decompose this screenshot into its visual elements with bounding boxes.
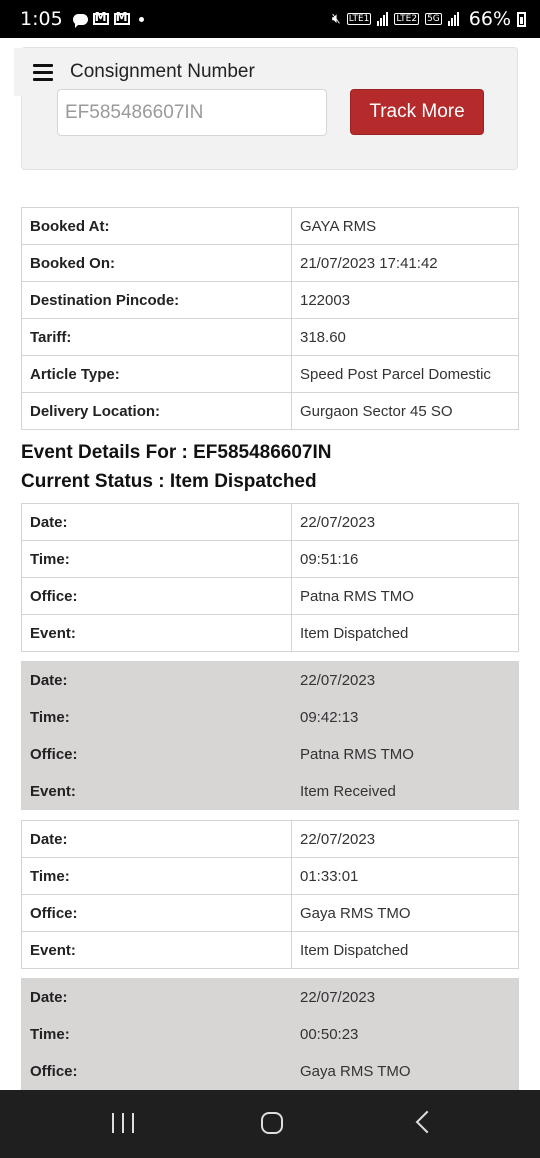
table-row: Date: 22/07/2023 bbox=[21, 820, 519, 858]
table-row: Office: Gaya RMS TMO bbox=[21, 894, 519, 932]
table-row: Office: Patna RMS TMO bbox=[21, 577, 519, 615]
consignment-number-input[interactable] bbox=[57, 89, 327, 136]
event-office-value: Patna RMS TMO bbox=[291, 577, 519, 615]
signal-1-icon bbox=[377, 12, 389, 26]
event-office-value: Gaya RMS TMO bbox=[291, 1052, 519, 1090]
notification-icons bbox=[72, 10, 144, 28]
table-row: Event: Item Dispatched bbox=[21, 931, 519, 969]
event-event-label: Event: bbox=[21, 614, 292, 652]
status-bar: 1:05 🔇︎ LTE1 LTE2 5G 66% bbox=[0, 0, 540, 38]
delivery-location-label: Delivery Location: bbox=[21, 392, 292, 430]
event-table: Date: 22/07/2023 Time: 09:51:16 Office: Pat… bbox=[21, 503, 519, 652]
event-office-value: Patna RMS TMO bbox=[291, 735, 519, 773]
table-row: Delivery Location: Gurgaon Sector 45 SO bbox=[21, 392, 519, 430]
event-date-value: 22/07/2023 bbox=[291, 661, 519, 699]
event-event-value: Item Received bbox=[291, 772, 519, 810]
event-table: Date: 22/07/2023 Time: 01:33:01 Office: Gay… bbox=[21, 820, 519, 969]
page-title: Consignment Number bbox=[70, 61, 255, 82]
event-time-label: Time: bbox=[21, 857, 292, 895]
recent-apps-icon[interactable] bbox=[112, 1113, 134, 1133]
event-time-label: Time: bbox=[21, 698, 292, 736]
event-event-label: Event: bbox=[21, 772, 292, 810]
volte-lte2-badge: LTE2 bbox=[394, 13, 420, 25]
gmail-icon bbox=[92, 10, 109, 25]
event-date-label: Date: bbox=[21, 661, 292, 699]
event-table: Date: 22/07/2023 Time: 09:42:13 Office: Pat… bbox=[21, 661, 519, 810]
event-event-value: Item Dispatched bbox=[291, 931, 519, 969]
event-event-value: Item Dispatched bbox=[291, 614, 519, 652]
event-date-value: 22/07/2023 bbox=[291, 503, 519, 541]
event-details-heading: Event Details For : EF585486607IN bbox=[21, 442, 332, 463]
event-event-label: Event: bbox=[21, 931, 292, 969]
event-office-label: Office: bbox=[21, 735, 292, 773]
table-row: Time: 09:42:13 bbox=[21, 698, 519, 736]
system-navigation-bar bbox=[0, 1090, 540, 1158]
event-time-value: 09:42:13 bbox=[291, 698, 519, 736]
event-time-value: 01:33:01 bbox=[291, 857, 519, 895]
mute-icon: 🔇︎ bbox=[331, 11, 341, 27]
event-time-value: 00:50:23 bbox=[291, 1015, 519, 1053]
table-row: Event: Item Received bbox=[21, 772, 519, 810]
event-date-value: 22/07/2023 bbox=[291, 978, 519, 1016]
home-icon[interactable] bbox=[261, 1112, 283, 1134]
destination-pincode-value: 122003 bbox=[291, 281, 519, 319]
table-row: Office: Patna RMS TMO bbox=[21, 735, 519, 773]
table-row: Booked At: GAYA RMS bbox=[21, 207, 519, 245]
table-row: Date: 22/07/2023 bbox=[21, 503, 519, 541]
tariff-value: 318.60 bbox=[291, 318, 519, 356]
event-time-label: Time: bbox=[21, 1015, 292, 1053]
chat-bubble-icon bbox=[72, 13, 88, 28]
table-row: Destination Pincode: 122003 bbox=[21, 281, 519, 319]
network-type-badge: 5G bbox=[425, 13, 442, 25]
booked-at-value: GAYA RMS bbox=[291, 207, 519, 245]
menu-icon[interactable] bbox=[33, 63, 53, 81]
table-row: Article Type: Speed Post Parcel Domestic bbox=[21, 355, 519, 393]
table-row: Event: Item Dispatched bbox=[21, 614, 519, 652]
delivery-location-value: Gurgaon Sector 45 SO bbox=[291, 392, 519, 430]
event-office-label: Office: bbox=[21, 1052, 292, 1090]
event-office-value: Gaya RMS TMO bbox=[291, 894, 519, 932]
table-row: Time: 00:50:23 bbox=[21, 1015, 519, 1053]
booked-on-value: 21/07/2023 17:41:42 bbox=[291, 244, 519, 282]
event-date-label: Date: bbox=[21, 820, 292, 858]
tariff-label: Tariff: bbox=[21, 318, 292, 356]
table-row: Office: Gaya RMS TMO bbox=[21, 1052, 519, 1090]
booked-on-label: Booked On: bbox=[21, 244, 292, 282]
table-row: Time: 09:51:16 bbox=[21, 540, 519, 578]
battery-icon bbox=[517, 11, 526, 27]
event-table: Date: 22/07/2023 Time: 00:50:23 Office: Gay… bbox=[21, 978, 519, 1090]
table-row: Booked On: 21/07/2023 17:41:42 bbox=[21, 244, 519, 282]
event-date-value: 22/07/2023 bbox=[291, 820, 519, 858]
event-time-value: 09:51:16 bbox=[291, 540, 519, 578]
event-office-label: Office: bbox=[21, 577, 292, 615]
gmail-icon bbox=[113, 10, 130, 25]
table-row: Date: 22/07/2023 bbox=[21, 978, 519, 1016]
signal-2-icon bbox=[447, 12, 459, 26]
table-row: Tariff: 318.60 bbox=[21, 318, 519, 356]
event-time-label: Time: bbox=[21, 540, 292, 578]
volte-lte1-badge: LTE1 bbox=[346, 13, 372, 25]
current-status-heading: Current Status : Item Dispatched bbox=[21, 471, 317, 492]
event-date-label: Date: bbox=[21, 503, 292, 541]
back-icon[interactable] bbox=[415, 1110, 439, 1134]
event-date-label: Date: bbox=[21, 978, 292, 1016]
battery-percent: 66% bbox=[468, 8, 511, 30]
booking-details-table: Booked At: GAYA RMS Booked On: 21/07/2023 … bbox=[21, 207, 519, 430]
more-notifications-icon bbox=[138, 16, 144, 22]
article-type-label: Article Type: bbox=[21, 355, 292, 393]
table-row: Date: 22/07/2023 bbox=[21, 661, 519, 699]
event-office-label: Office: bbox=[21, 894, 292, 932]
destination-pincode-label: Destination Pincode: bbox=[21, 281, 292, 319]
track-more-button[interactable]: Track More bbox=[350, 89, 484, 135]
status-time: 1:05 bbox=[20, 8, 63, 30]
booked-at-label: Booked At: bbox=[21, 207, 292, 245]
article-type-value: Speed Post Parcel Domestic bbox=[291, 355, 519, 393]
table-row: Time: 01:33:01 bbox=[21, 857, 519, 895]
